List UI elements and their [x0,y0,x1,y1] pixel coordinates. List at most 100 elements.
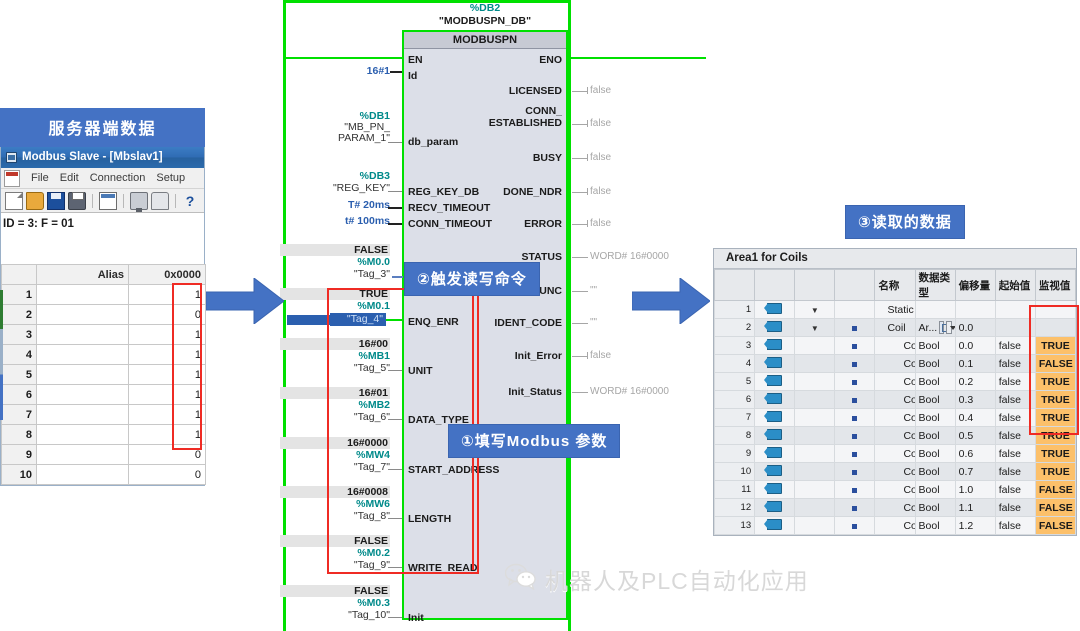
cell-start-value[interactable]: false [994,516,1036,535]
slave-grid-row[interactable]: 31 [1,324,206,345]
cell-name[interactable]: Coil [874,318,916,337]
expand-toggle-icon[interactable]: ▼ [794,318,836,337]
cell-name[interactable]: Coil[6] [874,444,916,463]
slave-grid-row[interactable]: 10 0 [1,464,206,485]
slave-grid-row[interactable]: 81 [1,424,206,445]
slave-row-alias[interactable] [36,324,129,345]
table-row[interactable]: 3 Coil[0]Bool0.0falseTRUE [713,336,1077,355]
operand-tag3[interactable]: FALSE %M0.0 "Tag_3" [280,244,390,280]
cell-datatype[interactable]: Bool [914,462,956,481]
cell-datatype[interactable] [914,300,956,319]
table-row[interactable]: 9 Coil[6]Bool0.6falseTRUE [713,444,1077,463]
cell-name[interactable]: Coil[2] [874,372,916,391]
cell-datatype[interactable]: Bool [914,354,956,373]
cell-datatype[interactable]: Bool [914,372,956,391]
slave-row-value[interactable]: 1 [128,344,206,365]
cell-start-value[interactable] [994,300,1036,319]
table-row[interactable]: 5 Coil[2]Bool0.2falseTRUE [713,372,1077,391]
cell-start-value[interactable]: false [994,390,1036,409]
operand-reg-key[interactable]: %DB3 "REG_KEY" [280,170,390,194]
cell-datatype[interactable]: Ar... [914,318,956,337]
cell-name[interactable]: Coil[5] [874,426,916,445]
slave-row-value[interactable]: 1 [128,364,206,385]
lock-icon[interactable] [151,191,169,210]
cell-name[interactable]: Coil[7] [874,462,916,481]
slave-row-value[interactable]: 1 [128,384,206,405]
new-icon[interactable] [5,191,23,210]
slave-row-alias[interactable] [36,424,129,445]
tia-th-name[interactable]: 名称 [874,269,916,301]
slave-row-alias[interactable] [36,444,129,465]
slave-row-value[interactable]: 1 [128,424,206,445]
table-row[interactable]: 6 Coil[3]Bool0.3falseTRUE [713,390,1077,409]
operand-conn-timeout[interactable]: t# 100ms [280,215,390,227]
window-icon[interactable] [99,191,117,210]
slave-grid-row[interactable]: 11 [1,284,206,305]
slave-row-value[interactable]: 1 [128,324,206,345]
slave-row-value[interactable]: 1 [128,404,206,425]
open-icon[interactable] [26,191,44,210]
slave-row-alias[interactable] [36,384,129,405]
cell-datatype[interactable]: Bool [914,516,956,535]
slave-row-value[interactable]: 0 [128,444,206,465]
tia-th-datatype[interactable]: 数据类型 [914,269,956,301]
help-icon[interactable]: ? [182,193,198,209]
table-row[interactable]: 11 Coil[8]Bool1.0falseFALSE [713,480,1077,499]
cell-start-value[interactable]: false [994,372,1036,391]
slave-grid-row[interactable]: 61 [1,384,206,405]
cell-datatype[interactable]: Bool [914,480,956,499]
cell-start-value[interactable]: false [994,336,1036,355]
menu-bar[interactable]: File Edit Connection Setup [1,168,204,189]
operand-recv-timeout[interactable]: T# 20ms [280,199,390,211]
operand-id[interactable]: 16#1 [280,65,390,77]
cell-name[interactable]: Coil[0] [874,336,916,355]
cell-name[interactable]: Coil[1] [874,354,916,373]
table-row[interactable]: 4 Coil[1]Bool0.1falseFALSE [713,354,1077,373]
cell-start-value[interactable]: false [994,408,1036,427]
operand-tag10[interactable]: FALSE %M0.3 "Tag_10" [280,585,390,621]
slave-row-value[interactable]: 0 [128,464,206,485]
slave-grid-row[interactable]: 20 [1,304,206,325]
cell-datatype[interactable]: Bool [914,336,956,355]
table-row[interactable]: 7 Coil[4]Bool0.4falseTRUE [713,408,1077,427]
cell-start-value[interactable]: false [994,444,1036,463]
slave-row-alias[interactable] [36,364,129,385]
slave-row-value[interactable]: 1 [128,284,206,305]
expand-toggle-icon[interactable]: ▼ [794,300,836,319]
array-editor-icon[interactable] [939,321,951,334]
cell-start-value[interactable]: false [994,498,1036,517]
slave-row-alias[interactable] [36,284,129,305]
table-row[interactable]: 13 Coil[10]Bool1.2falseFALSE [713,516,1077,535]
connect-icon[interactable] [130,191,148,212]
toolbar[interactable]: ? [1,189,204,213]
cell-name[interactable]: Coil[10] [874,516,916,535]
tia-th-startvalue[interactable]: 起始值 [994,269,1036,301]
cell-name[interactable]: Coil[3] [874,390,916,409]
tia-th-offset[interactable]: 偏移量 [954,269,996,301]
menu-file[interactable]: File [31,172,49,184]
table-row[interactable]: 2 ▼ Coil Ar... 0.0 [713,318,1077,337]
menu-edit[interactable]: Edit [60,172,79,184]
menu-connection[interactable]: Connection [90,172,146,184]
slave-row-alias[interactable] [36,304,129,325]
tia-th-monitorvalue[interactable]: 监视值 [1034,269,1077,301]
cell-datatype[interactable]: Bool [914,408,956,427]
operand-db-param[interactable]: %DB1 "MB_PN_ PARAM_1" [280,110,390,144]
cell-name[interactable]: Coil[9] [874,498,916,517]
menu-setup[interactable]: Setup [156,172,185,184]
slave-row-alias[interactable] [36,344,129,365]
cell-start-value[interactable]: false [994,426,1036,445]
cell-start-value[interactable]: false [994,462,1036,481]
cell-name[interactable]: Coil[8] [874,480,916,499]
cell-start-value[interactable] [994,318,1036,337]
cell-name[interactable]: Coil[4] [874,408,916,427]
cell-name[interactable]: Static [874,300,916,319]
table-row[interactable]: 1 ▼ Static [713,300,1077,319]
table-row[interactable]: 8 Coil[5]Bool0.5falseTRUE [713,426,1077,445]
chevron-down-icon[interactable] [946,321,955,334]
cell-start-value[interactable]: false [994,354,1036,373]
slave-grid-row[interactable]: 41 [1,344,206,365]
slave-grid-row[interactable]: 71 [1,404,206,425]
cell-datatype[interactable]: Bool [914,498,956,517]
slave-row-alias[interactable] [36,464,129,485]
